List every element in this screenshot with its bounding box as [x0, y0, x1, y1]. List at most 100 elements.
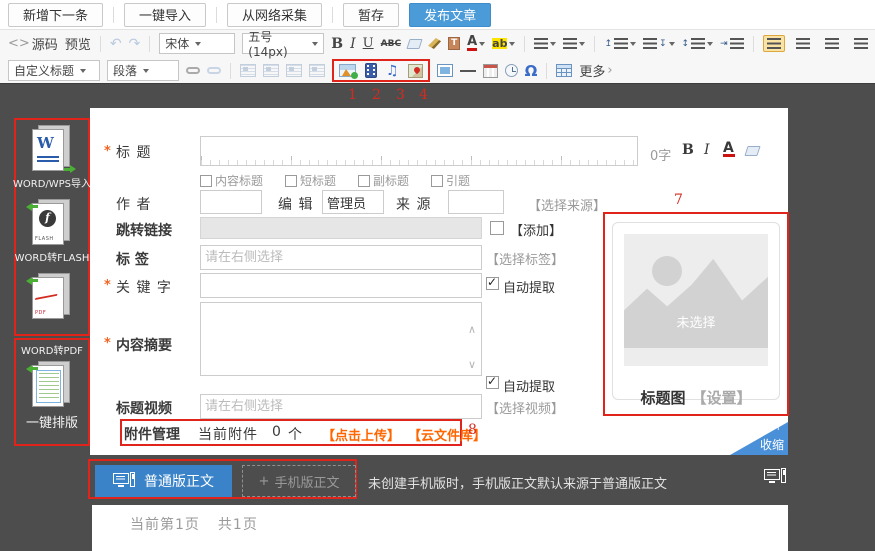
title-clear-format-icon[interactable]	[744, 146, 760, 156]
add-redirect-link[interactable]: 【添加】	[510, 220, 562, 239]
insert-video-icon[interactable]	[365, 63, 377, 78]
title-italic-button[interactable]: I	[704, 142, 711, 158]
select-tag-link[interactable]: 【选择标签】	[486, 249, 564, 268]
paste-text-icon[interactable]	[448, 37, 460, 50]
publish-button[interactable]: 发布文章	[409, 3, 491, 27]
select-video-link[interactable]: 【选择视频】	[486, 398, 564, 417]
paragraph-spacing-before-button[interactable]: ↥	[604, 38, 636, 49]
one-click-import-button[interactable]: 一键导入	[124, 3, 206, 27]
mobile-body-hint: 未创建手机版时，手机版正文默认来源于普通版正文	[368, 473, 667, 492]
upload-attachment-link[interactable]: 【点击上传】	[322, 425, 400, 444]
word-import-icon[interactable]: W	[32, 125, 72, 173]
insert-link-icon[interactable]	[186, 67, 200, 74]
title-image-card[interactable]: 未选择 标题图【设置】	[612, 222, 780, 400]
title-color-button[interactable]: A	[723, 142, 735, 157]
tab-mobile-body[interactable]: + 手机版正文	[242, 465, 356, 497]
line-height-button[interactable]: ↕	[682, 38, 714, 49]
image-settings-link[interactable]: 【设置】	[692, 389, 752, 407]
align-center-button[interactable]	[792, 35, 814, 52]
chevron-down-icon	[707, 42, 713, 46]
align-right-button[interactable]	[821, 35, 843, 52]
font-family-select[interactable]: 宋体	[159, 33, 235, 54]
strikethrough-button[interactable]: ABC	[381, 39, 401, 49]
lead-title-checkbox[interactable]: 引题	[431, 172, 470, 189]
action-bar: 新增下一条 一键导入 从网络采集 暂存 发布文章	[0, 0, 875, 30]
preview-button[interactable]: 预览	[65, 34, 91, 53]
underline-button[interactable]: U	[363, 36, 374, 51]
format-painter-icon[interactable]	[428, 38, 441, 49]
collapse-button[interactable]: ↑ 收缩	[730, 422, 788, 455]
source-code-button[interactable]: <>源码	[8, 34, 58, 53]
insert-map-icon[interactable]	[408, 64, 423, 78]
save-draft-button[interactable]: 暂存	[343, 3, 399, 27]
image-block-icon[interactable]	[309, 64, 325, 77]
content-title-checkbox[interactable]: 内容标题	[200, 172, 263, 189]
keyword-auto-checkbox[interactable]	[486, 277, 499, 290]
chevron-down-icon	[509, 42, 515, 46]
tag-input[interactable]	[200, 245, 482, 270]
insert-table-icon[interactable]	[556, 64, 572, 77]
ordered-list-button[interactable]	[534, 38, 556, 49]
paragraph-format-select[interactable]: 段落	[107, 60, 179, 81]
insert-date-icon[interactable]	[483, 64, 498, 78]
undo-icon[interactable]: ↶	[110, 36, 122, 52]
indent-button[interactable]: ⇥	[720, 38, 744, 49]
word-to-pdf-icon[interactable]: PDF	[32, 273, 72, 321]
align-left-button[interactable]	[763, 35, 785, 52]
divider	[524, 36, 525, 52]
paragraph-spacing-after-button[interactable]: ↧	[643, 38, 675, 49]
font-color-button[interactable]: A	[467, 36, 485, 51]
char-count: 0字	[650, 145, 671, 164]
font-size-select[interactable]: 五号(14px)	[242, 33, 324, 54]
image-inline-icon[interactable]	[263, 64, 279, 77]
add-next-button[interactable]: 新增下一条	[8, 3, 103, 27]
insert-time-icon[interactable]	[505, 64, 518, 77]
divider	[113, 7, 114, 23]
summary-textarea[interactable]	[200, 302, 482, 376]
clear-format-icon[interactable]	[406, 39, 422, 49]
italic-button[interactable]: I	[350, 36, 356, 52]
green-arrow-icon	[26, 275, 38, 285]
custom-title-select[interactable]: 自定义标题	[8, 60, 100, 81]
editor-input[interactable]	[322, 190, 384, 214]
align-justify-button[interactable]	[850, 35, 872, 52]
title-bold-button[interactable]: B	[682, 142, 695, 158]
green-arrow-icon	[64, 165, 76, 175]
insert-music-icon[interactable]: ♫	[386, 64, 399, 78]
sub-title-checkbox[interactable]: 副标题	[358, 172, 409, 189]
short-title-checkbox[interactable]: 短标题	[285, 172, 336, 189]
attach-label: 附件管理	[124, 424, 180, 444]
author-input[interactable]	[200, 190, 262, 214]
image-float-left-icon[interactable]	[240, 64, 256, 77]
required-mark: *	[104, 144, 111, 159]
word-to-flash-icon[interactable]: f FLASH	[32, 199, 72, 247]
insert-image-icon[interactable]	[339, 64, 356, 77]
select-source-link[interactable]: 【选择来源】	[528, 195, 606, 214]
one-click-layout-icon[interactable]	[32, 361, 72, 409]
highlight-color-button[interactable]: ab	[492, 38, 515, 49]
keyword-input[interactable]	[200, 273, 482, 298]
source-input[interactable]	[448, 190, 504, 214]
more-button[interactable]: 更多›	[579, 61, 612, 80]
redirect-checkbox[interactable]	[490, 221, 504, 235]
horizontal-rule-icon[interactable]	[460, 70, 476, 72]
divider	[546, 63, 547, 79]
align-right-icon	[825, 38, 839, 49]
video-input[interactable]	[200, 394, 482, 419]
title-input[interactable]	[200, 136, 638, 166]
summary-auto-checkbox[interactable]	[486, 376, 499, 389]
tab-normal-body[interactable]: 普通版正文	[95, 465, 232, 497]
special-char-icon[interactable]: Ω	[525, 62, 538, 80]
unordered-list-button[interactable]	[563, 38, 585, 49]
remove-link-icon[interactable]	[207, 67, 221, 74]
redirect-label: 跳转链接	[116, 220, 172, 240]
green-arrow-icon	[26, 363, 38, 373]
title-options: 内容标题 短标题 副标题 引题	[200, 172, 470, 189]
keyword-label: 关 键 字	[116, 277, 172, 297]
redo-icon[interactable]: ↷	[129, 36, 141, 52]
bold-button[interactable]: B	[331, 36, 343, 52]
web-collect-button[interactable]: 从网络采集	[227, 3, 322, 27]
divider	[149, 36, 150, 52]
columns-icon[interactable]	[437, 64, 453, 77]
image-float-right-icon[interactable]	[286, 64, 302, 77]
